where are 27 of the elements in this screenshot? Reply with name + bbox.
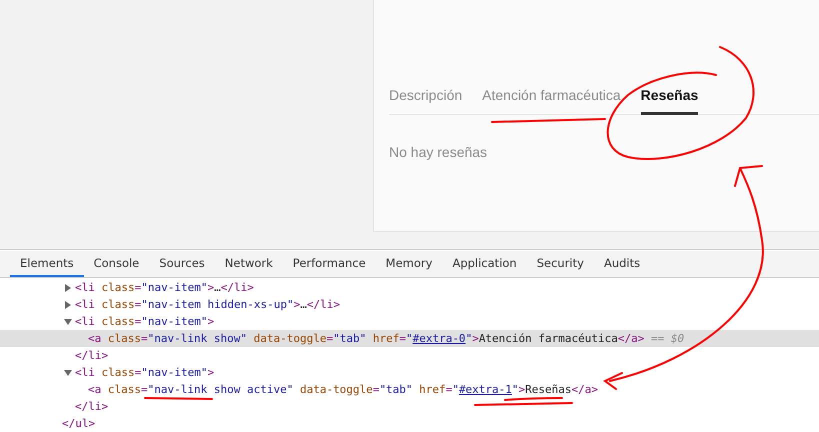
devtools-tab[interactable]: Network xyxy=(214,251,283,277)
code-line: <li class="nav-item"> xyxy=(75,315,214,328)
underline-mark xyxy=(144,397,213,400)
href-link[interactable]: #extra-1 xyxy=(458,383,512,396)
devtools-tab[interactable]: Audits xyxy=(594,251,650,277)
product-tab[interactable]: Reseñas xyxy=(640,87,698,115)
href-link[interactable]: #extra-0 xyxy=(412,332,466,345)
code-line: <li class="nav-item">…</li> xyxy=(75,281,254,294)
triangle-icon[interactable] xyxy=(64,300,72,308)
triangle-icon[interactable] xyxy=(64,368,72,376)
code-line: </li> xyxy=(75,400,108,413)
devtools-tab[interactable]: Application xyxy=(442,251,527,277)
code-line: <a class="nav-link show" data-toggle="tab" href="#extra-0">Atención farmacéutica</a> == $0 xyxy=(88,332,684,345)
code-line: <li class="nav-item"> xyxy=(75,366,214,379)
code-line: </ul> xyxy=(62,417,96,430)
code-line: </li> xyxy=(75,349,108,362)
devtools-tab[interactable]: Security xyxy=(526,251,594,277)
code-line: <a class="nav-link show active" data-toggle="tab" href="#extra-1">Reseñas</a> xyxy=(88,383,598,396)
triangle-icon[interactable] xyxy=(64,318,72,326)
devtools-tab[interactable]: Performance xyxy=(282,251,376,277)
code-line: <li class="nav-item hidden-xs-up">…</li> xyxy=(75,298,340,311)
triangle-icon[interactable] xyxy=(64,284,72,292)
devtools-tab[interactable]: Elements xyxy=(10,251,84,277)
devtools-tab[interactable]: Memory xyxy=(376,251,442,277)
empty-reviews-message: No hay reseñas xyxy=(389,144,488,160)
devtools-tab[interactable]: Sources xyxy=(149,251,215,277)
devtools-tab[interactable]: Console xyxy=(84,251,150,277)
